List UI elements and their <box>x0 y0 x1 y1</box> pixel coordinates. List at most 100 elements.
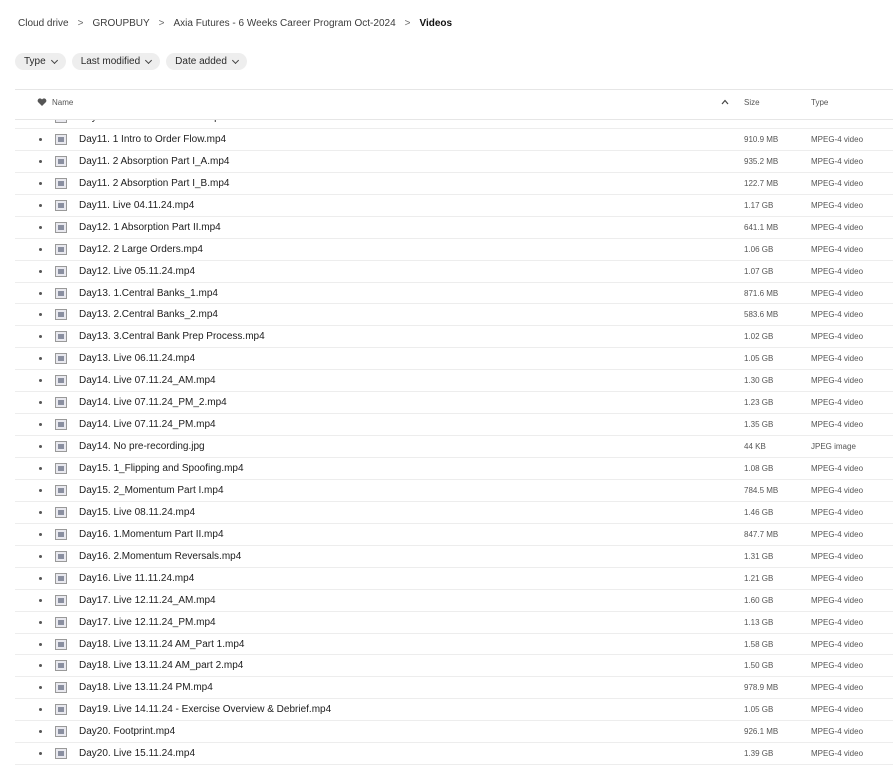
chevron-down-icon <box>50 56 58 64</box>
table-row[interactable]: Day13. 3.Central Bank Prep Process.mp4 1.… <box>15 326 893 349</box>
file-name[interactable]: Day13. Live 06.11.24.mp4 <box>79 353 195 364</box>
filter-last-modified-button[interactable]: Last modified <box>71 53 161 70</box>
file-name[interactable]: Day11. 1 Intro to Order Flow.mp4 <box>79 134 226 145</box>
column-header-size[interactable]: Size <box>744 98 760 107</box>
table-row[interactable]: Day14. No pre-recording.jpg 44 KB JPEG ima… <box>15 436 893 458</box>
file-name[interactable]: Day15. Live 08.11.24.mp4 <box>79 507 195 518</box>
table-row[interactable]: Day11. Live 04.11.24.mp4 1.17 GB MPEG-4 vi… <box>15 195 893 217</box>
file-name[interactable]: Day14. Live 07.11.24_AM.mp4 <box>79 375 216 386</box>
table-row[interactable]: Day15. 2_Momentum Part I.mp4 784.5 MB MPEG… <box>15 480 893 502</box>
file-name[interactable]: Day15. 1_Flipping and Spoofing.mp4 <box>79 463 244 474</box>
breadcrumb-item-folder[interactable]: Axia Futures - 6 Weeks Career Program Oc… <box>174 18 396 29</box>
table-row[interactable]: Day12. 1 Absorption Part II.mp4 641.1 MB M… <box>15 217 893 239</box>
filter-type-button[interactable]: Type <box>15 53 66 70</box>
file-name[interactable]: Day19. Live 14.11.24 - Exercise Overview… <box>79 704 331 715</box>
table-row[interactable]: Day16. 1.Momentum Part II.mp4 847.7 MB MPE… <box>15 524 893 546</box>
file-type: MPEG-4 video <box>811 617 864 627</box>
file-size: 583.6 MB <box>744 310 779 320</box>
file-name[interactable]: Day20. Live 15.11.24.mp4 <box>79 748 195 759</box>
bullet-icon <box>39 620 42 624</box>
file-name[interactable]: Day14. Live 07.11.24_PM_2.mp4 <box>79 397 227 408</box>
table-row[interactable]: Day11. 1 Intro to Order Flow.mp4 910.9 MB… <box>15 129 893 151</box>
file-size: 1.35 GB <box>744 420 774 430</box>
table-row[interactable]: Day15. 1_Flipping and Spoofing.mp4 1.08 G… <box>15 458 893 480</box>
table-row[interactable]: Day12. Live 05.11.24.mp4 1.07 GB MPEG-4 vi… <box>15 261 893 283</box>
file-size: 935.2 MB <box>744 156 779 166</box>
table-header: Name Size Type <box>15 89 893 120</box>
file-name[interactable]: Day14. No pre-recording.jpg <box>79 441 205 452</box>
table-row[interactable]: Day13. 1.Central Banks_1.mp4 871.6 MB MPEG… <box>15 283 893 305</box>
table-row[interactable]: Day17. Live 12.11.24_PM.mp4 1.13 GB MPEG-4… <box>15 612 893 634</box>
file-name[interactable]: Day12. Live 05.11.24.mp4 <box>79 266 195 277</box>
table-row[interactable]: Day18. Live 13.11.24 PM.mp4 978.9 MB MPEG-… <box>15 677 893 700</box>
table-row[interactable]: Day10. Live 31.10.24 Part 2.mp4 <box>15 120 893 129</box>
filter-date-added-button[interactable]: Date added <box>166 53 247 70</box>
file-thumbnail-icon <box>55 704 67 716</box>
file-name[interactable]: Day11. Live 04.11.24.mp4 <box>79 200 194 211</box>
bullet-icon <box>39 642 42 646</box>
file-name[interactable]: Day18. Live 13.11.24 AM_part 2.mp4 <box>79 660 243 671</box>
table-row[interactable]: Day17. Live 12.11.24_AM.mp4 1.60 GB MPEG-4… <box>15 590 893 612</box>
table-row[interactable]: Day11. 2 Absorption Part I_A.mp4 935.2 MB… <box>15 151 893 173</box>
sort-ascending-icon[interactable] <box>721 98 729 106</box>
file-size: 44 KB <box>744 442 766 452</box>
table-row[interactable]: Day16. Live 11.11.24.mp4 1.21 GB MPEG-4 vi… <box>15 568 893 590</box>
file-type: MPEG-4 video <box>811 134 864 144</box>
table-row[interactable]: Day12. 2 Large Orders.mp4 1.06 GB MPEG-4 v… <box>15 239 893 261</box>
file-thumbnail-icon <box>55 660 67 672</box>
column-header-name[interactable]: Name <box>52 98 73 107</box>
table-row[interactable]: Day13. 2.Central Banks_2.mp4 583.6 MB MPEG… <box>15 304 893 327</box>
file-type: MPEG-4 video <box>811 727 864 737</box>
file-name[interactable]: Day13. 2.Central Banks_2.mp4 <box>79 309 218 320</box>
bullet-icon <box>39 730 42 734</box>
file-name[interactable]: Day17. Live 12.11.24_AM.mp4 <box>79 595 216 606</box>
file-name[interactable]: Day20. Footprint.mp4 <box>79 726 175 737</box>
file-name[interactable]: Day11. 2 Absorption Part I_A.mp4 <box>79 156 229 167</box>
file-thumbnail-icon <box>55 419 67 431</box>
table-row[interactable]: Day18. Live 13.11.24 AM_Part 1.mp4 1.58 G… <box>15 634 893 656</box>
file-size: 926.1 MB <box>744 727 779 737</box>
file-thumbnail-icon <box>55 572 67 584</box>
file-name[interactable]: Day16. Live 11.11.24.mp4 <box>79 573 194 584</box>
bullet-icon <box>39 137 42 141</box>
file-name[interactable]: Day16. 1.Momentum Part II.mp4 <box>79 529 224 540</box>
file-name[interactable]: Day12. 1 Absorption Part II.mp4 <box>79 222 221 233</box>
file-type: MPEG-4 video <box>811 749 864 759</box>
table-row[interactable]: Day14. Live 07.11.24_AM.mp4 1.30 GB MPEG-4… <box>15 370 893 393</box>
table-body[interactable]: Day10. Live 31.10.24 Part 2.mp4 Day11. 1 … <box>15 120 893 768</box>
file-name[interactable]: Day13. 1.Central Banks_1.mp4 <box>79 288 218 299</box>
breadcrumb-item-groupbuy[interactable]: GROUPBUY <box>92 18 149 29</box>
bullet-icon <box>39 357 42 361</box>
file-type: MPEG-4 video <box>811 288 864 298</box>
bullet-icon <box>39 576 42 580</box>
file-name[interactable]: Day17. Live 12.11.24_PM.mp4 <box>79 617 216 628</box>
heart-icon[interactable] <box>37 97 47 107</box>
table-row[interactable]: Day18. Live 13.11.24 AM_part 2.mp4 1.50 G… <box>15 655 893 678</box>
file-name[interactable]: Day18. Live 13.11.24 AM_Part 1.mp4 <box>79 639 244 650</box>
column-header-type[interactable]: Type <box>811 98 828 107</box>
table-row[interactable]: Day11. 2 Absorption Part I_B.mp4 122.7 MB… <box>15 173 893 195</box>
table-row[interactable]: Day14. Live 07.11.24_PM.mp4 1.35 GB MPEG-4… <box>15 414 893 437</box>
table-row[interactable]: Day19. Live 14.11.24 - Exercise Overview… <box>15 699 893 722</box>
file-thumbnail-icon <box>55 441 67 453</box>
file-name[interactable]: Day12. 2 Large Orders.mp4 <box>79 244 203 255</box>
file-name[interactable]: Day11. 2 Absorption Part I_B.mp4 <box>79 178 229 189</box>
table-row[interactable]: Day16. 2.Momentum Reversals.mp4 1.31 GB MP… <box>15 546 893 568</box>
table-row[interactable]: Day20. Footprint.mp4 926.1 MB MPEG-4 video <box>15 721 893 744</box>
file-name[interactable]: Day13. 3.Central Bank Prep Process.mp4 <box>79 331 265 342</box>
file-type: MPEG-4 video <box>811 683 864 693</box>
file-name[interactable]: Day10. Live 31.10.24 Part 2.mp4 <box>79 120 225 123</box>
file-name[interactable]: Day18. Live 13.11.24 PM.mp4 <box>79 682 213 693</box>
file-name[interactable]: Day14. Live 07.11.24_PM.mp4 <box>79 419 216 430</box>
file-type: MPEG-4 video <box>811 420 864 430</box>
breadcrumb-item-cloud-drive[interactable]: Cloud drive <box>18 18 69 29</box>
file-type: MPEG-4 video <box>811 485 864 495</box>
file-name[interactable]: Day15. 2_Momentum Part I.mp4 <box>79 485 224 496</box>
file-name[interactable]: Day16. 2.Momentum Reversals.mp4 <box>79 551 241 562</box>
table-row[interactable]: Day15. Live 08.11.24.mp4 1.46 GB MPEG-4 vi… <box>15 502 893 524</box>
table-row[interactable]: Day13. Live 06.11.24.mp4 1.05 GB MPEG-4 vi… <box>15 348 893 371</box>
table-row[interactable]: Day14. Live 07.11.24_PM_2.mp4 1.23 GB MPEG… <box>15 392 893 415</box>
file-type: MPEG-4 video <box>811 464 864 473</box>
file-type: MPEG-4 video <box>811 398 864 408</box>
table-row[interactable]: Day20. Live 15.11.24.mp4 1.39 GB MPEG-4 vi… <box>15 743 893 766</box>
